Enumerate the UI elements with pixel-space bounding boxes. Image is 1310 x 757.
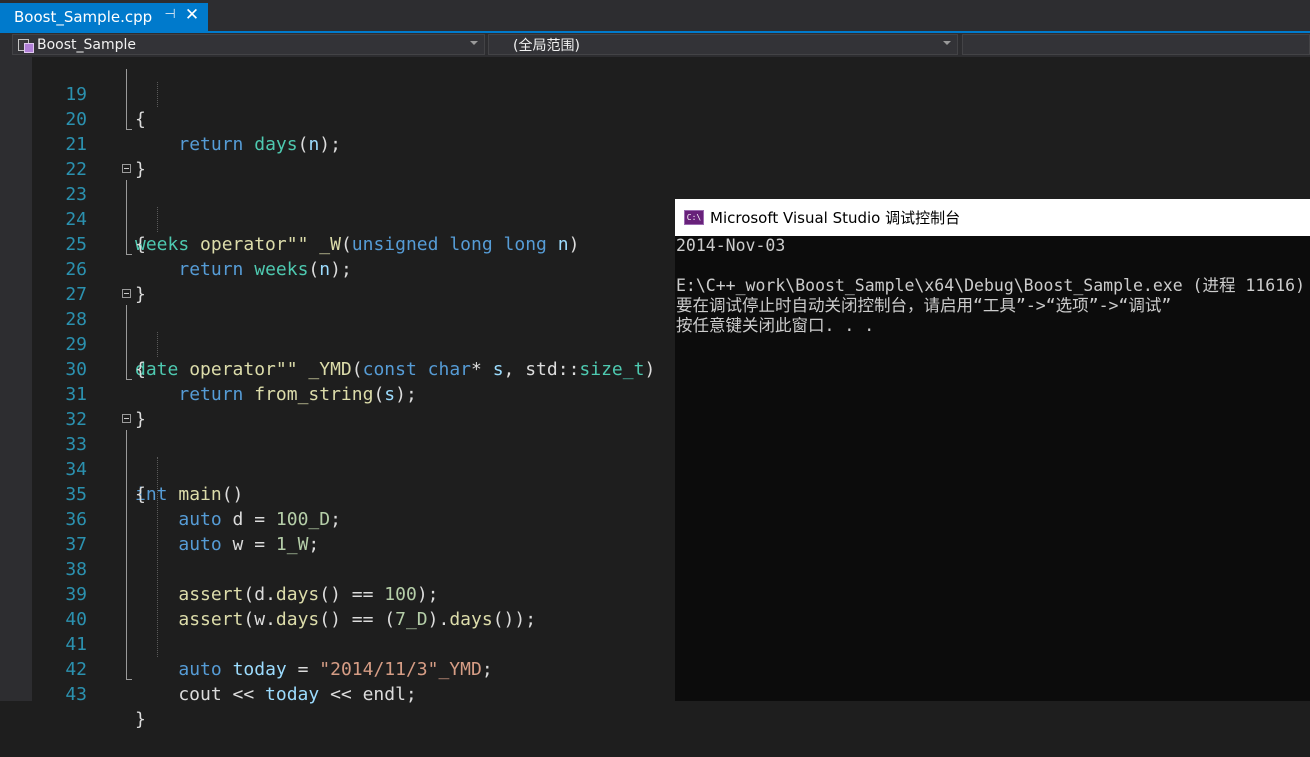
line-number: 43 xyxy=(65,684,87,705)
console-line: 要在调试停止时自动关闭控制台，请启用“工具”->“选项”->“调试” xyxy=(676,296,1172,315)
scope-dropdown-label: (全局范围) xyxy=(513,37,580,54)
indicator-margin xyxy=(0,57,32,701)
tab-boost-sample-cpp[interactable]: Boost_Sample.cpp ⊣ ✕ xyxy=(0,3,208,31)
debug-console-window[interactable]: C:\ Microsoft Visual Studio 调试控制台 2014-N… xyxy=(675,199,1310,701)
collapse-icon[interactable] xyxy=(122,289,131,298)
collapse-icon[interactable] xyxy=(122,164,131,173)
console-output[interactable]: 2014-Nov-03 E:\C++_work\Boost_Sample\x64… xyxy=(675,236,1310,701)
navigation-bar: Boost_Sample (全局范围) xyxy=(0,33,1310,58)
collapse-icon[interactable] xyxy=(122,414,131,423)
member-dropdown[interactable] xyxy=(962,34,1310,55)
console-line: 按任意键关闭此窗口. . . xyxy=(676,316,875,335)
console-title: Microsoft Visual Studio 调试控制台 xyxy=(710,209,961,227)
project-icon xyxy=(17,38,34,53)
code-line: 20 return days(n); xyxy=(32,82,1310,155)
code-line: 23 weeks operator"" _W(unsigned long lon… xyxy=(32,157,1310,255)
chevron-down-icon xyxy=(943,41,951,45)
code-line: 19 { xyxy=(32,57,1310,130)
document-tab-strip: Boost_Sample.cpp ⊣ ✕ xyxy=(0,0,1310,33)
project-dropdown-label: Boost_Sample xyxy=(37,36,137,53)
tab-title: Boost_Sample.cpp xyxy=(14,8,153,26)
console-line: 2014-Nov-03 xyxy=(676,236,786,255)
pin-icon[interactable]: ⊣ xyxy=(163,7,177,22)
project-dropdown[interactable]: Boost_Sample xyxy=(12,34,485,55)
chevron-down-icon xyxy=(470,41,478,45)
console-app-icon: C:\ xyxy=(684,210,704,225)
close-icon[interactable]: ✕ xyxy=(184,5,200,25)
code-line: 22 xyxy=(32,132,1310,180)
console-title-bar[interactable]: C:\ Microsoft Visual Studio 调试控制台 xyxy=(675,199,1310,236)
console-line: E:\C++_work\Boost_Sample\x64\Debug\Boost… xyxy=(676,276,1306,295)
code-line: 21 } xyxy=(32,107,1310,180)
scope-dropdown[interactable]: (全局范围) xyxy=(488,34,958,55)
